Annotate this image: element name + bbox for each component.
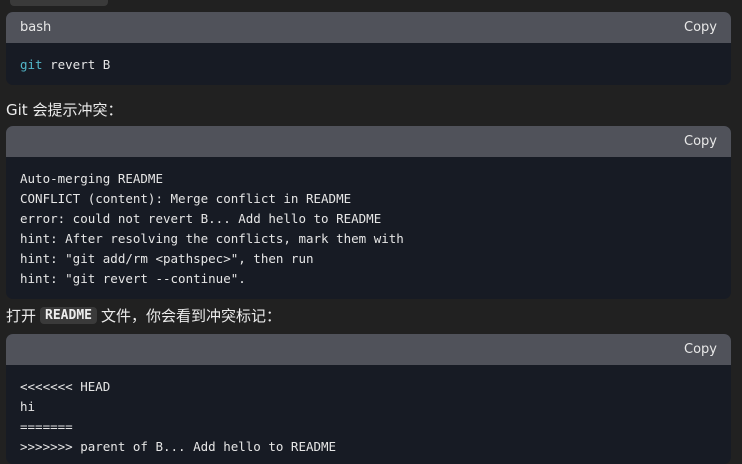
code-args: revert B <box>42 57 111 72</box>
paragraph-readme-intro: 打开 README 文件，你会看到冲突标记： <box>6 303 281 327</box>
paragraph-text: 打开 <box>6 306 37 325</box>
code-content: Auto-merging README CONFLICT (content): … <box>20 171 404 286</box>
inline-code: README <box>40 306 97 324</box>
paragraph-conflict-intro: Git 会提示冲突： <box>6 100 123 119</box>
paragraph-text: 文件，你会看到冲突标记： <box>100 306 281 325</box>
copy-button[interactable]: Copy <box>684 342 717 357</box>
partial-paragraph <box>6 0 108 6</box>
code-header: bash Copy <box>6 12 731 43</box>
code-block-conflict-output: Copy Auto-merging README CONFLICT (conte… <box>6 126 731 299</box>
copy-button[interactable]: Copy <box>684 20 717 35</box>
copy-button[interactable]: Copy <box>684 134 717 149</box>
code-command: git <box>20 57 43 72</box>
code-content: git revert B <box>6 43 731 85</box>
code-block-bash: bash Copy git revert B <box>6 12 731 85</box>
code-language-label: bash <box>20 20 52 35</box>
code-header: Copy <box>6 126 731 157</box>
code-content: <<<<<<< HEAD hi ======= >>>>>>> parent o… <box>20 379 337 454</box>
code-block-conflict-markers: Copy <<<<<<< HEAD hi ======= >>>>>>> par… <box>6 334 731 464</box>
inline-code <box>10 0 108 6</box>
code-header: Copy <box>6 334 731 365</box>
